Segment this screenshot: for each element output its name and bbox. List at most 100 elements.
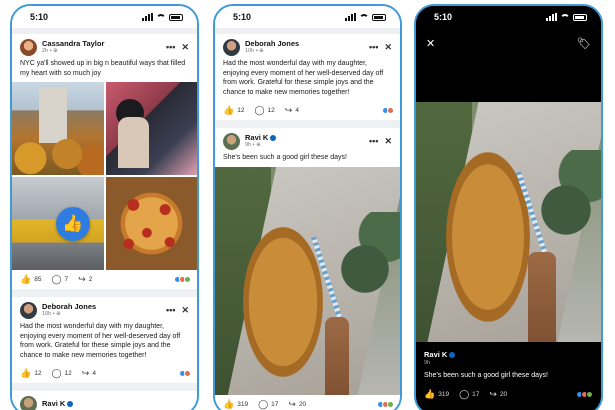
status-time: 5:10 — [434, 12, 453, 22]
post-text: NYC ya'll showed up in big n beautiful w… — [20, 60, 186, 77]
battery-icon — [573, 13, 587, 21]
post-text: She's been such a good girl these days! — [223, 154, 347, 161]
post-text: Had the most wonderful day with my daugh… — [20, 323, 181, 359]
post-card[interactable]: Cassandra Taylor 2h • ⊕ ••• ✕ NYC ya'll … — [12, 34, 197, 289]
author-block: Deborah Jones 10h • ⊕ — [245, 40, 363, 54]
status-icons — [345, 13, 386, 21]
wifi-icon — [560, 13, 570, 21]
status-icons — [142, 13, 183, 21]
post-card[interactable]: Deborah Jones 10h • ⊕ ••• ✕ Had the most… — [215, 34, 400, 120]
battery-icon — [372, 13, 386, 21]
video-toolbar: ✕ 🏷 — [416, 28, 601, 58]
share-button[interactable]: ↪ 4 — [285, 105, 299, 116]
like-icon: 👍 — [223, 105, 235, 115]
reaction-summary[interactable] — [382, 107, 394, 114]
post-card[interactable]: Ravi K — [12, 391, 197, 410]
author-name[interactable]: Ravi K — [42, 400, 189, 408]
like-icon: 👍 — [20, 368, 32, 378]
status-bar: 5:10 — [12, 6, 197, 28]
phone-feed-2: 5:10 Deborah Jones 10h • ⊕ ••• ✕ Had the… — [213, 4, 402, 410]
phone-feed-1: 5:10 Cassandra Taylor 2h • ⊕ ••• ✕ NYC y… — [10, 4, 199, 410]
close-icon[interactable]: ✕ — [426, 37, 435, 50]
reaction-summary[interactable] — [576, 390, 593, 398]
like-reaction-icon: 👍 — [56, 207, 90, 241]
post-card[interactable]: Ravi K 9h • ⊕ ••• ✕ She's been such a go… — [215, 128, 400, 410]
post-text: She's been such a good girl these days! — [424, 372, 548, 379]
author-name[interactable]: Deborah Jones — [42, 303, 160, 311]
post-actions: 👍 319 ◯ 17 ↪ 20 — [424, 385, 593, 404]
avatar[interactable] — [20, 38, 37, 56]
comment-icon: ◯ — [51, 368, 62, 378]
like-icon: 👍 — [223, 398, 235, 409]
comment-icon: ◯ — [51, 274, 62, 284]
post-actions: 👍 12 ◯ 12 ↪ 4 — [215, 101, 400, 120]
close-icon[interactable]: ✕ — [384, 136, 392, 147]
share-button[interactable]: ↪ 20 — [288, 399, 306, 410]
status-time: 5:10 — [30, 12, 49, 22]
verified-icon — [67, 401, 74, 407]
share-icon: ↪ — [284, 105, 293, 115]
author-name[interactable]: Ravi K — [424, 350, 593, 359]
avatar[interactable] — [223, 132, 240, 150]
video-dog — [243, 226, 323, 377]
photo-pizza[interactable] — [105, 177, 197, 270]
battery-icon — [169, 13, 183, 21]
comment-button[interactable]: ◯ 7 — [51, 274, 68, 285]
close-icon[interactable]: ✕ — [181, 305, 189, 316]
post-text: Had the most wonderful day with my daugh… — [223, 60, 384, 96]
reaction-summary[interactable] — [377, 400, 394, 408]
like-button[interactable]: 👍 319 — [223, 399, 248, 410]
comment-button[interactable]: ◯ 17 — [459, 389, 479, 400]
author-name[interactable]: Cassandra Taylor — [42, 40, 160, 48]
like-button[interactable]: 👍 12 — [223, 105, 244, 116]
like-button[interactable]: 👍 12 — [20, 368, 41, 379]
avatar[interactable] — [20, 301, 37, 319]
avatar[interactable] — [223, 38, 240, 56]
tag-icon[interactable]: 🏷 — [577, 37, 591, 50]
reaction-summary[interactable] — [179, 370, 191, 377]
close-icon[interactable]: ✕ — [181, 42, 189, 53]
like-button[interactable]: 👍 319 — [424, 389, 449, 400]
wifi-icon — [359, 13, 369, 21]
more-icon[interactable]: ••• — [369, 42, 378, 52]
post-header: Ravi K — [12, 391, 197, 410]
close-icon[interactable]: ✕ — [384, 42, 392, 53]
video-arm — [528, 252, 556, 342]
like-button[interactable]: 👍 85 — [20, 274, 41, 285]
author-name[interactable]: Ravi K — [245, 134, 363, 142]
post-meta: 9h • ⊕ — [245, 141, 261, 148]
photo-shopping[interactable] — [105, 82, 197, 175]
share-button[interactable]: ↪ 4 — [82, 368, 96, 379]
photo-city[interactable] — [12, 82, 104, 175]
comment-icon: ◯ — [254, 105, 265, 115]
more-icon[interactable]: ••• — [166, 42, 175, 52]
reaction-summary[interactable] — [174, 276, 191, 283]
post-actions: 👍 12 ◯ 12 ↪ 4 — [12, 364, 197, 383]
video-plants — [329, 212, 400, 327]
post-header: Ravi K 9h • ⊕ ••• ✕ — [215, 128, 400, 152]
share-button[interactable]: ↪ 2 — [78, 274, 92, 285]
post-header: Deborah Jones 10h • ⊕ ••• ✕ — [12, 297, 197, 321]
photo-grid[interactable]: 👍 — [12, 82, 197, 270]
signal-icon — [142, 13, 153, 21]
comment-button[interactable]: ◯ 17 — [258, 399, 278, 410]
comment-button[interactable]: ◯ 12 — [51, 368, 71, 379]
more-icon[interactable]: ••• — [369, 136, 378, 146]
avatar[interactable] — [20, 395, 37, 410]
share-icon: ↪ — [288, 398, 296, 409]
post-card[interactable]: Deborah Jones 10h • ⊕ ••• ✕ Had the most… — [12, 297, 197, 383]
video-arm — [325, 316, 349, 395]
wifi-icon — [156, 13, 166, 21]
post-meta: 10h • ⊕ — [42, 310, 61, 317]
signal-icon — [345, 13, 356, 21]
author-block: Cassandra Taylor 2h • ⊕ — [42, 40, 160, 54]
verified-icon — [449, 351, 456, 358]
status-bar: 5:10 — [416, 6, 601, 28]
video-player[interactable] — [416, 102, 601, 342]
share-button[interactable]: ↪ 20 — [489, 389, 507, 400]
more-icon[interactable]: ••• — [166, 305, 175, 315]
video-dog-walk[interactable] — [215, 166, 400, 395]
share-icon: ↪ — [81, 368, 90, 378]
comment-button[interactable]: ◯ 12 — [254, 105, 274, 116]
author-name[interactable]: Deborah Jones — [245, 40, 363, 48]
